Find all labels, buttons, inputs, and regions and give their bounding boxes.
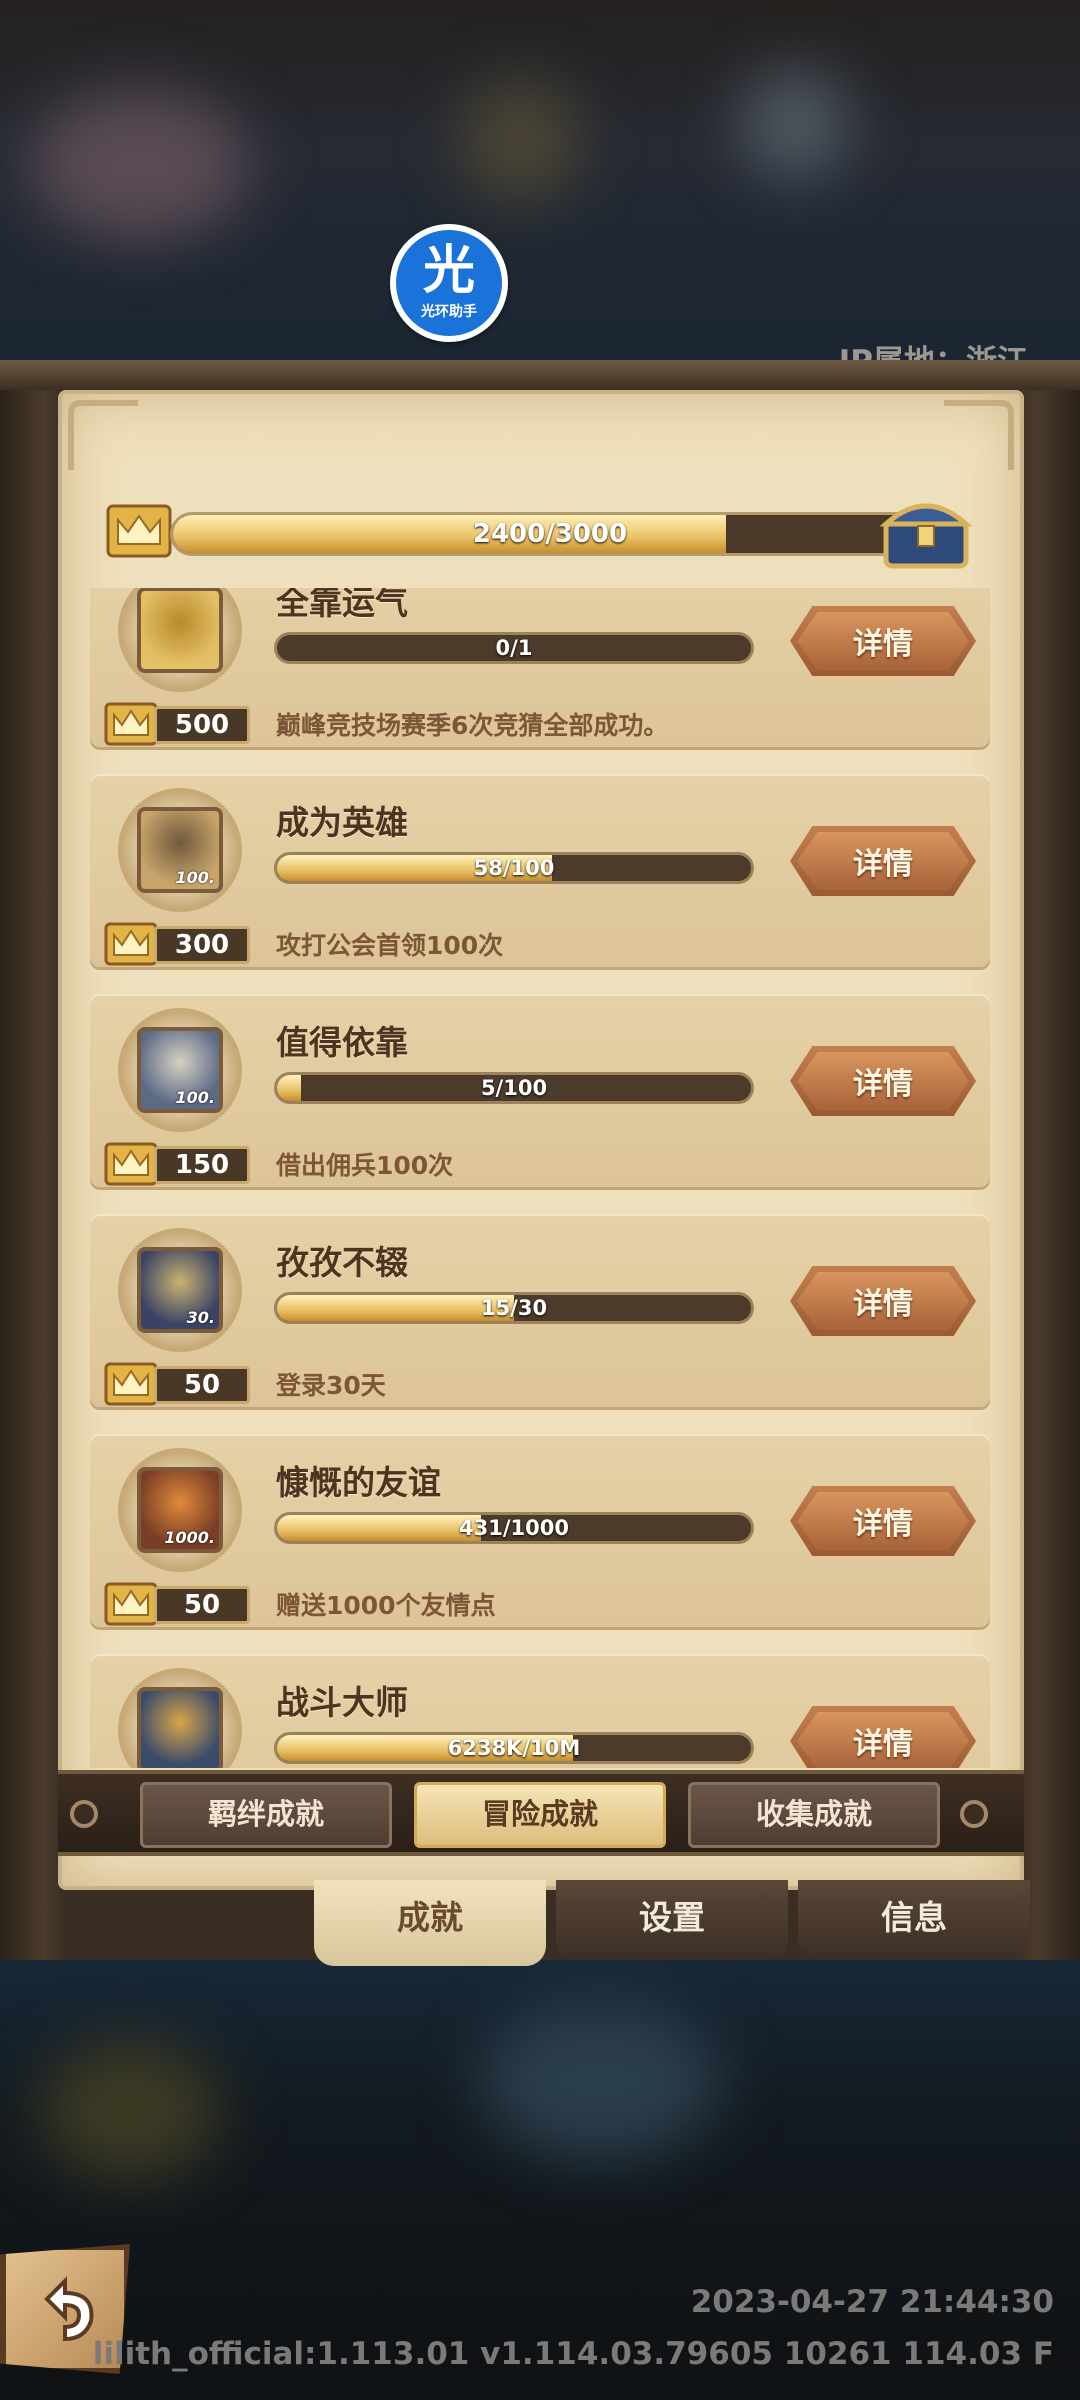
achievement-description: 借出佣兵100次 xyxy=(276,1151,454,1180)
subtab-adventure[interactable]: 冒险成就 xyxy=(414,1782,666,1848)
medal-number: 100. xyxy=(175,868,215,887)
achievement-progress-text: 6238K/10M xyxy=(447,1736,581,1760)
details-button[interactable]: 详情 xyxy=(790,1266,976,1336)
footer-version: lilith_official:1.113.01 v1.114.03.79605… xyxy=(92,2336,1054,2372)
moon-art-icon: 30. xyxy=(137,1247,223,1333)
achievement-description: 登录30天 xyxy=(276,1371,386,1400)
background-blur xyxy=(740,70,850,180)
details-button[interactable]: 详情 xyxy=(790,1046,976,1116)
achievement-progress-bar: 6238K/10M xyxy=(274,1732,754,1764)
subtab-bond[interactable]: 羁绊成就 xyxy=(140,1782,392,1848)
watermark-glyph: 光 xyxy=(422,241,475,301)
details-button-label: 详情 xyxy=(797,1492,969,1550)
achievement-medal: 100. xyxy=(118,1008,242,1132)
achievement-card: 全靠运气 0/1 详情 500 巅峰竞技场赛季6次竞猜全部成功。 xyxy=(90,588,990,750)
crown-icon xyxy=(104,1582,158,1626)
achievement-progress-text: 58/100 xyxy=(473,856,555,880)
background-blur xyxy=(30,90,250,240)
achievement-medal: 30. xyxy=(118,1228,242,1352)
peg-right xyxy=(960,1800,988,1828)
coins-icon xyxy=(137,588,223,673)
achievement-progress-bar: 5/100 xyxy=(274,1072,754,1104)
achievement-medal xyxy=(118,588,242,692)
crown-icon xyxy=(104,922,158,966)
details-button-label: 详情 xyxy=(797,1052,969,1110)
peg-left xyxy=(70,1800,98,1828)
achievement-progress-text: 15/30 xyxy=(480,1296,548,1320)
achievement-description: 攻打公会首领100次 xyxy=(276,931,504,960)
achievement-card: 100. 成为英雄 58/100 详情 300 攻打公会首领100次 xyxy=(90,774,990,970)
battle-art-icon xyxy=(137,1687,223,1768)
achievement-points: 50 xyxy=(104,1582,252,1626)
achievement-progress-bar: 15/30 xyxy=(274,1292,754,1324)
achievement-title: 孜孜不辍 xyxy=(276,1243,408,1282)
achievement-progress-text: 431/1000 xyxy=(459,1516,569,1540)
details-button-label: 详情 xyxy=(797,832,969,890)
achievement-medal: 100. xyxy=(118,788,242,912)
watermark-logo: 光 光环助手 xyxy=(390,224,508,342)
total-progress-bar: 2400/3000 xyxy=(170,512,930,556)
achievement-points: 50 xyxy=(104,1362,252,1406)
tab-achievements[interactable]: 成就 xyxy=(314,1880,546,1966)
details-button-label: 详情 xyxy=(797,1272,969,1330)
ornament-corner xyxy=(944,400,1014,470)
background-blur xyxy=(40,2040,220,2180)
achievement-progress-text: 0/1 xyxy=(495,636,533,660)
details-button[interactable]: 详情 xyxy=(790,1706,976,1768)
achievement-medal: 1000. xyxy=(118,1448,242,1572)
footer-datetime: 2023-04-27 21:44:30 xyxy=(690,2284,1054,2320)
medal-number: 30. xyxy=(186,1308,215,1327)
details-button-label: 详情 xyxy=(797,612,969,670)
achievement-card: 战斗大师 6238K/10M 详情 xyxy=(90,1654,990,1768)
details-button[interactable]: 详情 xyxy=(790,606,976,676)
background-blur xyxy=(480,2000,720,2160)
achievement-points: 500 xyxy=(104,702,252,746)
tab-info[interactable]: 信息 xyxy=(798,1880,1030,1960)
crown-icon xyxy=(104,702,158,746)
achievement-description: 赠送1000个友情点 xyxy=(276,1591,496,1620)
contract-art-icon: 100. xyxy=(137,1027,223,1113)
watermark-text: 光环助手 xyxy=(421,304,477,320)
achievement-title: 慷慨的友谊 xyxy=(276,1463,441,1502)
achievement-title: 成为英雄 xyxy=(276,803,408,842)
total-progress-text: 2400/3000 xyxy=(472,519,628,549)
achievement-card: 1000. 慷慨的友谊 431/1000 详情 50 赠送1000个友情点 xyxy=(90,1434,990,1630)
achievement-progress-text: 5/100 xyxy=(480,1076,548,1100)
achievement-title: 值得依靠 xyxy=(276,1023,408,1062)
medal-number: 100. xyxy=(175,1088,215,1107)
ornament-corner xyxy=(68,400,138,470)
achievement-title: 全靠运气 xyxy=(276,588,408,622)
achievement-title: 战斗大师 xyxy=(276,1683,408,1722)
achievement-points: 300 xyxy=(104,922,252,966)
points-value: 50 xyxy=(154,1366,250,1404)
tab-settings[interactable]: 设置 xyxy=(556,1880,788,1960)
achievement-progress-bar: 431/1000 xyxy=(274,1512,754,1544)
achievement-list[interactable]: 全靠运气 0/1 详情 500 巅峰竞技场赛季6次竞猜全部成功。 100. 成为… xyxy=(90,588,990,1768)
points-value: 50 xyxy=(154,1586,250,1624)
achievement-points: 150 xyxy=(104,1142,252,1186)
crown-icon xyxy=(104,1142,158,1186)
medal-number: 1000. xyxy=(164,1528,215,1547)
points-value: 300 xyxy=(154,926,250,964)
lantern-art-icon: 1000. xyxy=(137,1467,223,1553)
hero-art-icon: 100. xyxy=(137,807,223,893)
points-value: 500 xyxy=(154,706,250,744)
crown-icon xyxy=(104,1362,158,1406)
achievement-description: 巅峰竞技场赛季6次竞猜全部成功。 xyxy=(276,711,669,740)
details-button-label: 详情 xyxy=(797,1712,969,1768)
achievement-medal xyxy=(118,1668,242,1768)
achievement-progress-bar: 0/1 xyxy=(274,632,754,664)
achievement-card: 30. 孜孜不辍 15/30 详情 50 登录30天 xyxy=(90,1214,990,1410)
points-value: 150 xyxy=(154,1146,250,1184)
panel-frame-top xyxy=(0,360,1080,390)
reward-chest-icon[interactable] xyxy=(878,492,974,572)
details-button[interactable]: 详情 xyxy=(790,1486,976,1556)
crown-icon xyxy=(106,504,172,558)
background-blur xyxy=(460,80,580,200)
details-button[interactable]: 详情 xyxy=(790,826,976,896)
achievement-card: 100. 值得依靠 5/100 详情 150 借出佣兵100次 xyxy=(90,994,990,1190)
subtab-collection[interactable]: 收集成就 xyxy=(688,1782,940,1848)
sub-tab-bar: 羁绊成就 冒险成就 收集成就 xyxy=(58,1770,1024,1856)
achievement-progress-bar: 58/100 xyxy=(274,852,754,884)
